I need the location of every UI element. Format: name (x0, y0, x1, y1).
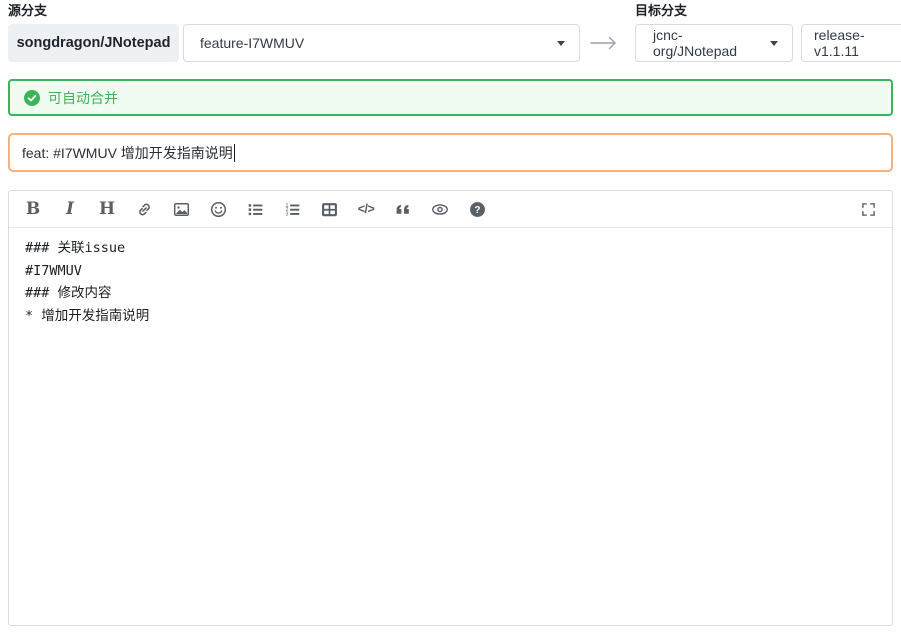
target-repo-select[interactable]: jcnc-org/JNotepad (635, 24, 793, 62)
help-button[interactable]: ? (468, 199, 486, 219)
markdown-editor: B I H (8, 190, 893, 626)
target-branch-select[interactable]: release-v1.1.11 (801, 24, 901, 62)
italic-button[interactable]: I (61, 199, 79, 219)
check-circle-icon (24, 90, 40, 106)
table-button[interactable] (320, 199, 338, 219)
target-branch-value: release-v1.1.11 (814, 27, 901, 59)
merge-direction-arrow-icon (588, 31, 620, 55)
link-icon (136, 201, 153, 218)
code-button[interactable]: </> (357, 199, 375, 219)
image-icon (173, 201, 190, 218)
unordered-list-icon (247, 201, 264, 218)
code-icon: </> (358, 202, 375, 216)
editor-line: #I7WMUV (25, 260, 876, 283)
heading-icon: H (99, 201, 115, 218)
svg-text:?: ? (474, 205, 480, 216)
unordered-list-button[interactable] (246, 199, 264, 219)
heading-button[interactable]: H (98, 199, 116, 219)
link-button[interactable] (135, 199, 153, 219)
pr-title-value: feat: #I7WMUV 增加开发指南说明 (22, 143, 233, 163)
image-button[interactable] (172, 199, 190, 219)
bold-icon: B (26, 201, 40, 218)
merge-status-text: 可自动合并 (48, 88, 118, 108)
target-repo-name: jcnc-org/JNotepad (653, 27, 762, 59)
ordered-list-icon: 1 2 3 (284, 201, 301, 218)
emoji-button[interactable] (209, 199, 227, 219)
bold-button[interactable]: B (24, 199, 42, 219)
italic-icon: I (66, 201, 74, 218)
quote-icon (395, 201, 412, 218)
source-repo-box: songdragon/JNotepad (8, 24, 179, 62)
chevron-down-icon (557, 41, 565, 46)
target-branch-label: 目标分支 (635, 3, 687, 19)
svg-text:3: 3 (285, 211, 288, 217)
ordered-list-button[interactable]: 1 2 3 (283, 199, 301, 219)
markdown-textarea[interactable]: ### 关联issue #I7WMUV ### 修改内容 * 增加开发指南说明 (9, 228, 892, 337)
fullscreen-button[interactable] (859, 199, 877, 219)
editor-toolbar: B I H (9, 191, 892, 228)
help-icon: ? (469, 201, 486, 218)
text-cursor (234, 144, 235, 162)
chevron-down-icon (770, 41, 778, 46)
source-branch-select[interactable]: feature-I7WMUV (183, 24, 580, 62)
table-icon (321, 201, 338, 218)
pr-title-input[interactable]: feat: #I7WMUV 增加开发指南说明 (8, 133, 893, 172)
source-branch-label: 源分支 (8, 3, 47, 19)
fullscreen-icon (861, 202, 876, 217)
editor-line: * 增加开发指南说明 (25, 305, 876, 328)
preview-button[interactable] (431, 199, 449, 219)
source-repo-name: songdragon/JNotepad (17, 35, 171, 51)
quote-button[interactable] (394, 199, 412, 219)
source-branch-value: feature-I7WMUV (200, 35, 304, 51)
preview-eye-icon (431, 201, 449, 218)
emoji-icon (210, 201, 227, 218)
editor-line: ### 修改内容 (25, 282, 876, 305)
editor-line: ### 关联issue (25, 237, 876, 260)
merge-status-banner: 可自动合并 (8, 79, 893, 116)
